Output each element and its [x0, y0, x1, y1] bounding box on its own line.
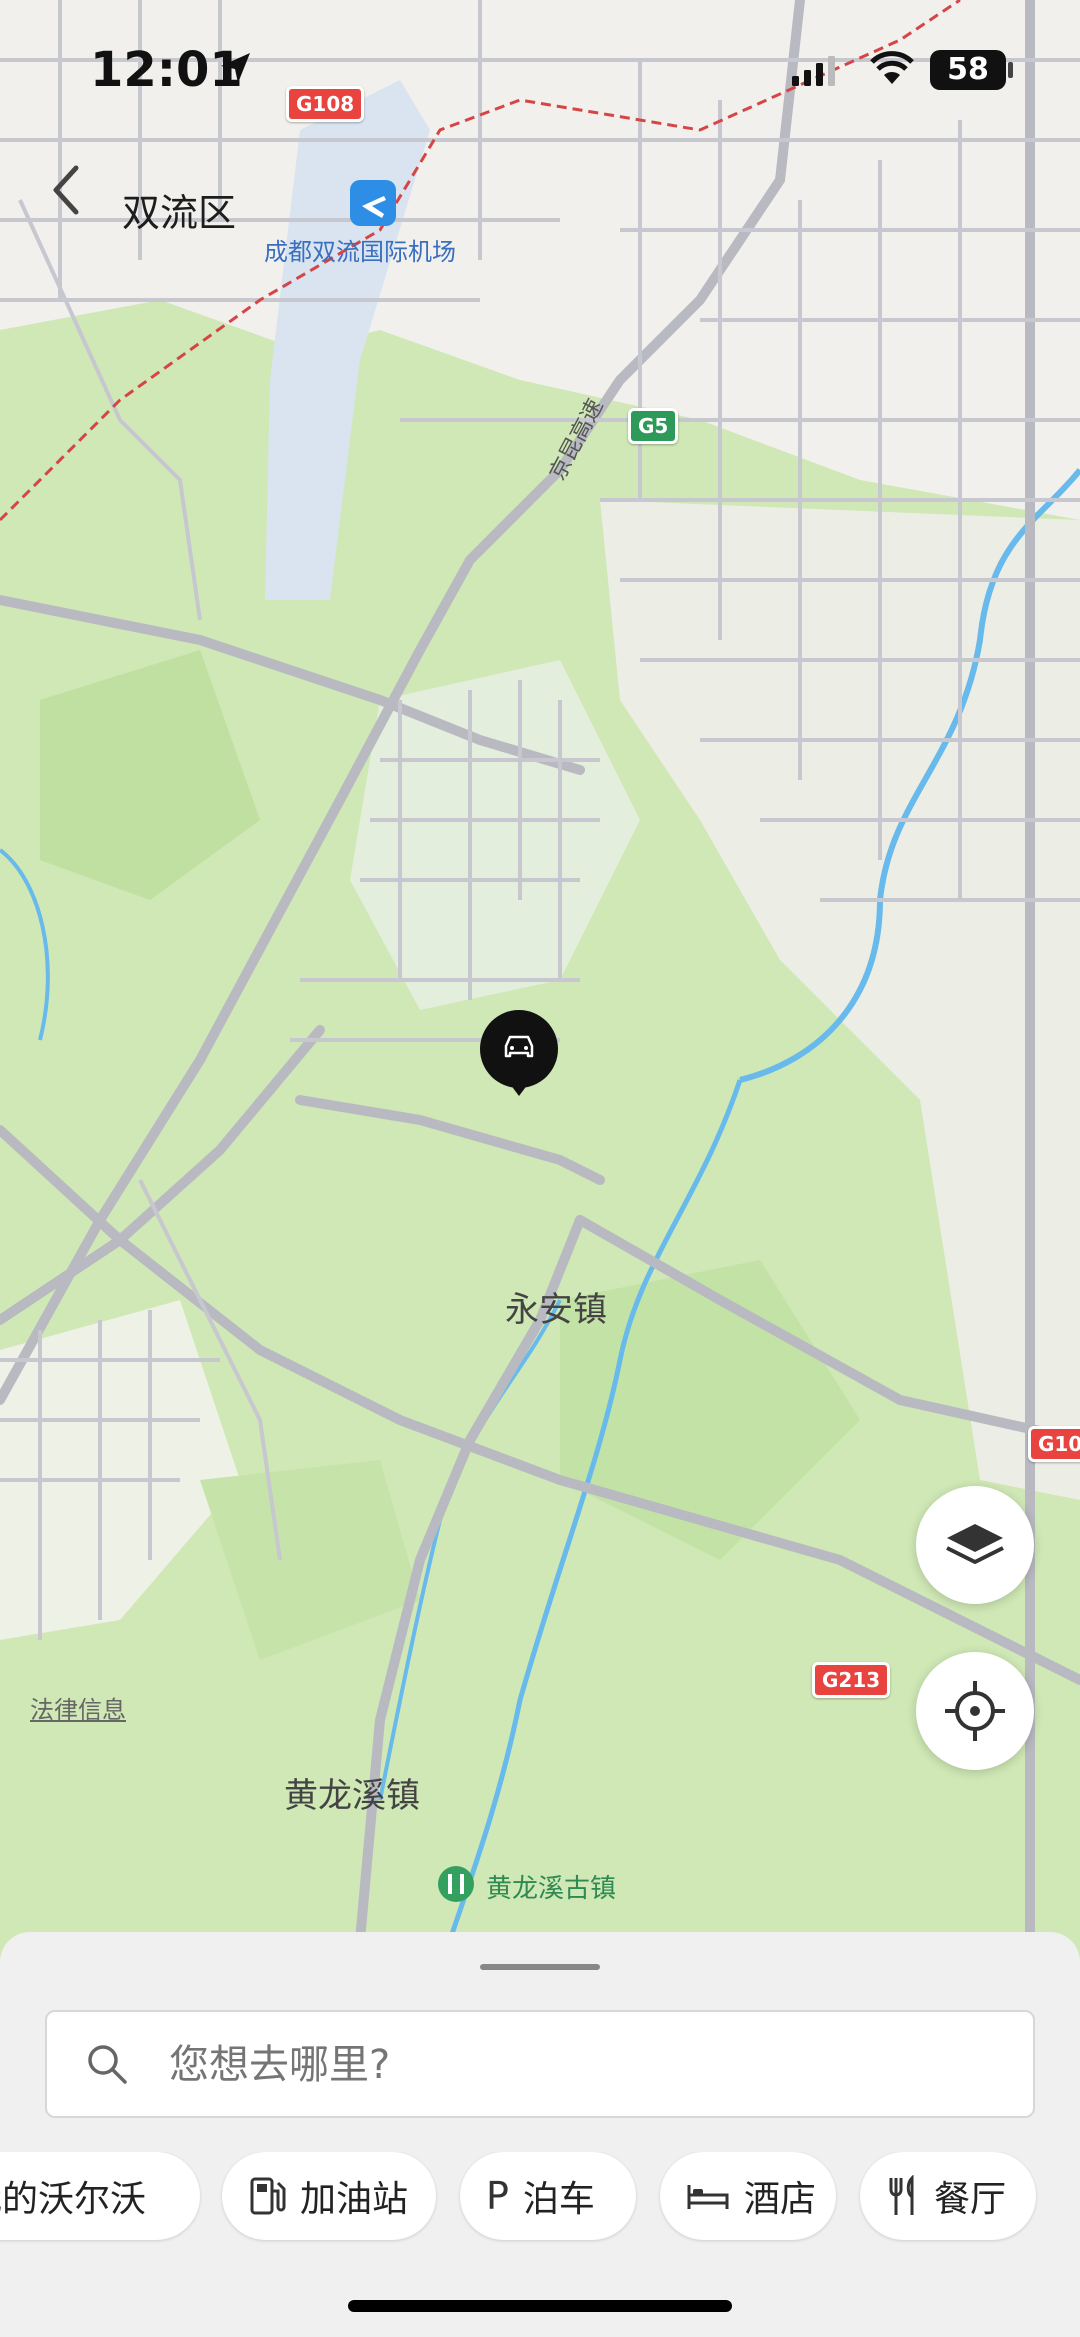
route-shield-g213: G213: [812, 1662, 891, 1698]
search-bar[interactable]: [45, 2010, 1035, 2118]
region-title: 双流区: [122, 191, 237, 235]
chip-hotel[interactable]: 酒店: [660, 2152, 836, 2240]
legal-info-link[interactable]: 法律信息: [30, 1690, 126, 1725]
route-shield-g108-right: G108: [1028, 1426, 1080, 1462]
bed-icon: [686, 2181, 730, 2211]
poi-label-old-town[interactable]: 黄龙溪古镇: [486, 1868, 616, 1905]
location-arrow-icon: [221, 53, 250, 83]
battery-cap: [1008, 62, 1013, 78]
chip-restaurant[interactable]: 餐厅: [860, 2152, 1036, 2240]
chip-label: 酒店: [744, 2179, 817, 2220]
back-chevron-icon[interactable]: [40, 160, 100, 220]
search-icon: [88, 2045, 127, 2084]
parking-icon: P: [486, 2174, 509, 2218]
map-canvas[interactable]: [0, 0, 1080, 1940]
town-label-huanglongxi[interactable]: 黄龙溪镇: [284, 1768, 420, 1817]
map-layers-button[interactable]: [916, 1486, 1034, 1604]
crosshair-icon: [945, 1681, 1005, 1741]
wifi-icon: [870, 51, 914, 84]
bottom-sheet[interactable]: [0, 1932, 1080, 2337]
sheet-grabber[interactable]: [480, 1964, 600, 1970]
status-bar: 12:01 58: [0, 0, 1080, 140]
battery-indicator: 58: [930, 50, 1006, 90]
car-icon: [504, 1035, 534, 1058]
cellular-signal-icon: [792, 56, 835, 86]
chip-label: 泊车: [522, 2179, 595, 2220]
vehicle-location-pin[interactable]: [480, 1010, 558, 1096]
fork-knife-icon: [886, 2175, 920, 2217]
recenter-location-button[interactable]: [916, 1652, 1034, 1770]
route-shield-g5: G5: [628, 408, 679, 444]
town-label-yongan[interactable]: 永安镇: [505, 1282, 607, 1331]
category-chips: 我的沃尔沃 加油站 P 泊车 酒店 餐厅: [0, 2152, 1080, 2244]
chip-label: 加油站: [300, 2179, 409, 2220]
search-input[interactable]: [167, 2012, 991, 2118]
chip-parking[interactable]: P 泊车: [460, 2152, 636, 2240]
home-indicator[interactable]: [348, 2300, 732, 2312]
chip-my-volvo[interactable]: 我的沃尔沃: [0, 2152, 200, 2240]
chip-gas-station[interactable]: 加油站: [222, 2152, 436, 2240]
chip-label: 我的沃尔沃: [0, 2179, 147, 2220]
gas-pump-icon: [248, 2175, 286, 2217]
layers-icon: [946, 1524, 1004, 1564]
chip-label: 餐厅: [934, 2179, 1007, 2220]
airport-label[interactable]: 成都双流国际机场: [264, 232, 456, 267]
